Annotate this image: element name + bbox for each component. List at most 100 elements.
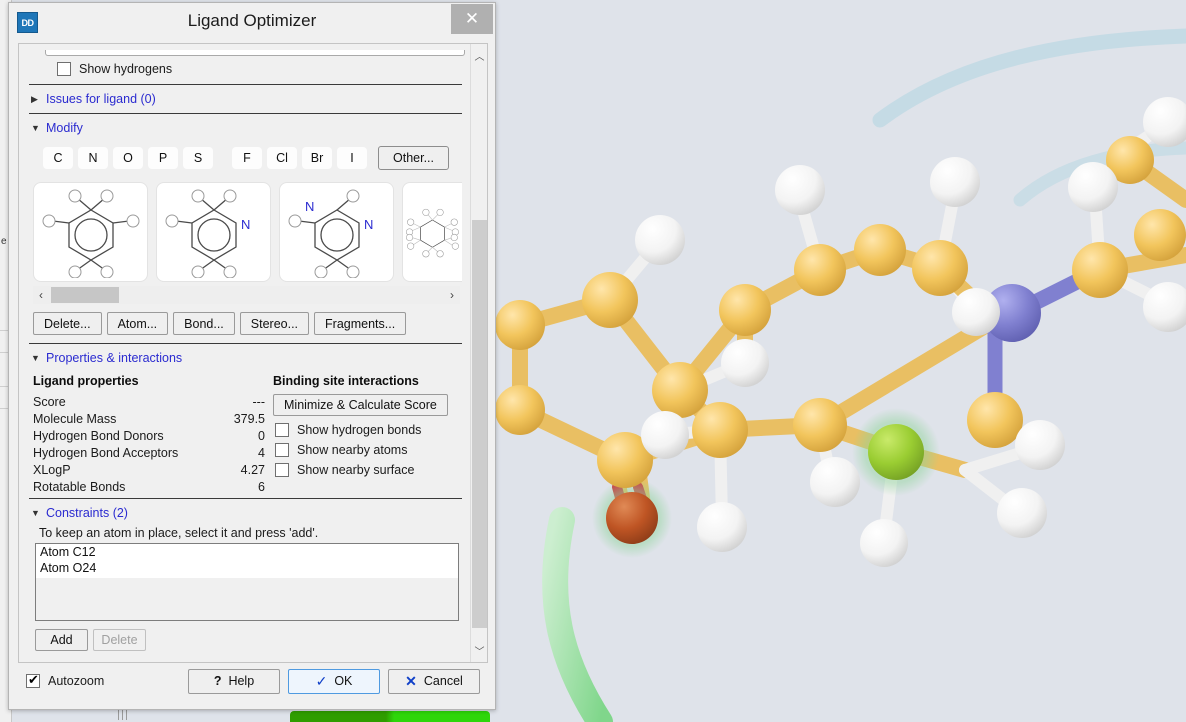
section-issues-label: Issues for ligand (0) [46, 92, 156, 106]
help-button-label: Help [228, 674, 255, 688]
fragment-cyclohexane[interactable] [402, 182, 462, 282]
chevron-down-icon: ▼ [31, 353, 40, 363]
dialog-content: Show hydrogens ▶ Issues for ligand (0) ▼… [19, 44, 472, 662]
property-name: Hydrogen Bond Acceptors [33, 446, 179, 460]
section-properties-interactions[interactable]: ▼ Properties & interactions [29, 346, 462, 370]
show-nearby-atoms-checkbox[interactable] [275, 443, 289, 457]
dialog-scroll-thumb[interactable] [472, 220, 487, 628]
modify-tool-row: Delete... Atom... Bond... Stereo... Frag… [29, 304, 462, 341]
fragment-pyridine[interactable]: N [156, 182, 272, 282]
element-button-n[interactable]: N [78, 147, 108, 169]
property-value: 379.5 [233, 412, 265, 426]
element-button-i[interactable]: I [337, 147, 367, 169]
constrained-atom-c12 [868, 424, 924, 480]
fragment-horizontal-scrollbar[interactable]: ‹ › [33, 286, 460, 304]
show-hydrogen-bonds-checkbox[interactable] [275, 423, 289, 437]
binding-site-heading: Binding site interactions [273, 374, 419, 388]
show-nearby-surface-row[interactable]: Show nearby surface [275, 463, 462, 477]
section-properties-label: Properties & interactions [46, 351, 183, 365]
binding-site-column: Binding site interactions Minimize & Cal… [265, 372, 462, 496]
divider [29, 84, 462, 85]
help-button[interactable]: ? Help [188, 668, 280, 694]
fragment-gallery: N N N [29, 176, 462, 284]
add-constraint-button[interactable]: Add [35, 629, 88, 651]
delete-button[interactable]: Delete... [33, 312, 102, 335]
dialog-vertical-scrollbar[interactable]: ︿ ﹀ [470, 44, 487, 662]
close-icon[interactable]: ✕ [451, 4, 493, 34]
property-name: XLogP [33, 463, 71, 477]
atom-button[interactable]: Atom... [106, 312, 169, 335]
scroll-up-icon[interactable]: ︿ [471, 47, 487, 64]
element-button-p[interactable]: P [148, 147, 178, 169]
show-nearby-atoms-row[interactable]: Show nearby atoms [275, 443, 462, 457]
constraints-list-empty-area [36, 578, 458, 620]
section-modify-label: Modify [46, 121, 83, 135]
show-hydrogens-row[interactable]: Show hydrogens [29, 56, 462, 82]
pyrimidine-n3-label: N [364, 217, 373, 232]
scroll-right-icon[interactable]: › [444, 288, 460, 302]
element-button-cl[interactable]: Cl [267, 147, 297, 169]
benzene-icon [42, 189, 140, 278]
ligand-properties-heading: Ligand properties [33, 374, 139, 388]
list-item[interactable]: Atom O24 [36, 560, 458, 576]
dialog-scroll-area: Show hydrogens ▶ Issues for ligand (0) ▼… [18, 43, 488, 663]
ligand-properties-column: Ligand properties Score --- Molecule Mas… [33, 372, 265, 496]
constraints-button-row: Add Delete [29, 621, 462, 655]
fragment-benzene[interactable] [33, 182, 149, 282]
property-value: 4 [258, 446, 265, 460]
chevron-down-icon: ▼ [31, 508, 40, 518]
property-name: Rotatable Bonds [33, 480, 126, 494]
fragment-scroll-thumb[interactable] [51, 287, 119, 303]
show-hydrogens-checkbox[interactable] [57, 62, 71, 76]
list-item[interactable]: Atom C12 [36, 544, 458, 560]
show-hydrogen-bonds-row[interactable]: Show hydrogen bonds [275, 423, 462, 437]
bond-button[interactable]: Bond... [173, 312, 235, 335]
property-row-score: Score --- [33, 394, 265, 411]
property-row-hbond-donors: Hydrogen Bond Donors 0 [33, 428, 265, 445]
pyridine-n-label: N [241, 217, 250, 232]
pyrimidine-n1-label: N [305, 199, 314, 214]
show-nearby-surface-label: Show nearby surface [297, 463, 415, 477]
element-button-s[interactable]: S [183, 147, 213, 169]
divider [29, 113, 462, 114]
stereo-button[interactable]: Stereo... [239, 312, 310, 335]
property-value: 4.27 [240, 463, 265, 477]
section-issues-for-ligand[interactable]: ▶ Issues for ligand (0) [29, 87, 462, 111]
scroll-down-icon[interactable]: ﹀ [471, 642, 487, 659]
cancel-button[interactable]: ✕ Cancel [388, 668, 480, 694]
element-button-f[interactable]: F [232, 147, 262, 169]
autozoom-checkbox[interactable] [26, 672, 40, 688]
element-button-o[interactable]: O [113, 147, 143, 169]
constraints-hint: To keep an atom in place, select it and … [39, 526, 319, 540]
section-constraints-label: Constraints (2) [46, 506, 128, 520]
element-button-br[interactable]: Br [302, 147, 332, 169]
pyrimidine-icon: N N [288, 189, 373, 278]
show-nearby-atoms-label: Show nearby atoms [297, 443, 408, 457]
fragments-button[interactable]: Fragments... [314, 312, 407, 335]
minimize-calculate-score-button[interactable]: Minimize & Calculate Score [273, 394, 448, 416]
constraints-list[interactable]: Atom C12 Atom O24 [35, 543, 459, 621]
property-value: 6 [258, 480, 265, 494]
scroll-left-icon[interactable]: ‹ [33, 288, 49, 302]
dialog-titlebar: DD Ligand Optimizer ✕ [9, 3, 495, 43]
cross-icon: ✕ [405, 672, 417, 689]
property-name: Molecule Mass [33, 412, 117, 426]
property-row-xlogp: XLogP 4.27 [33, 462, 265, 479]
section-constraints[interactable]: ▼ Constraints (2) [29, 501, 462, 525]
dialog-footer: Autozoom ? Help ✓ OK ✕ Cancel [18, 661, 488, 701]
property-value: --- [252, 395, 266, 409]
chevron-down-icon: ▼ [31, 123, 40, 133]
cancel-button-label: Cancel [423, 674, 463, 688]
question-mark-icon: ? [213, 674, 222, 688]
other-element-button[interactable]: Other... [378, 146, 449, 170]
section-modify[interactable]: ▼ Modify [29, 116, 462, 140]
property-row-hbond-acceptors: Hydrogen Bond Acceptors 4 [33, 445, 265, 462]
show-nearby-surface-checkbox[interactable] [275, 463, 289, 477]
pyridine-icon: N [165, 189, 250, 278]
dialog-title: Ligand Optimizer [187, 11, 317, 30]
fragment-pyrimidine[interactable]: N N [279, 182, 395, 282]
properties-panel: Ligand properties Score --- Molecule Mas… [29, 370, 462, 496]
element-button-c[interactable]: C [43, 147, 73, 169]
ok-button-label: OK [334, 674, 353, 688]
ok-button[interactable]: ✓ OK [288, 668, 380, 694]
